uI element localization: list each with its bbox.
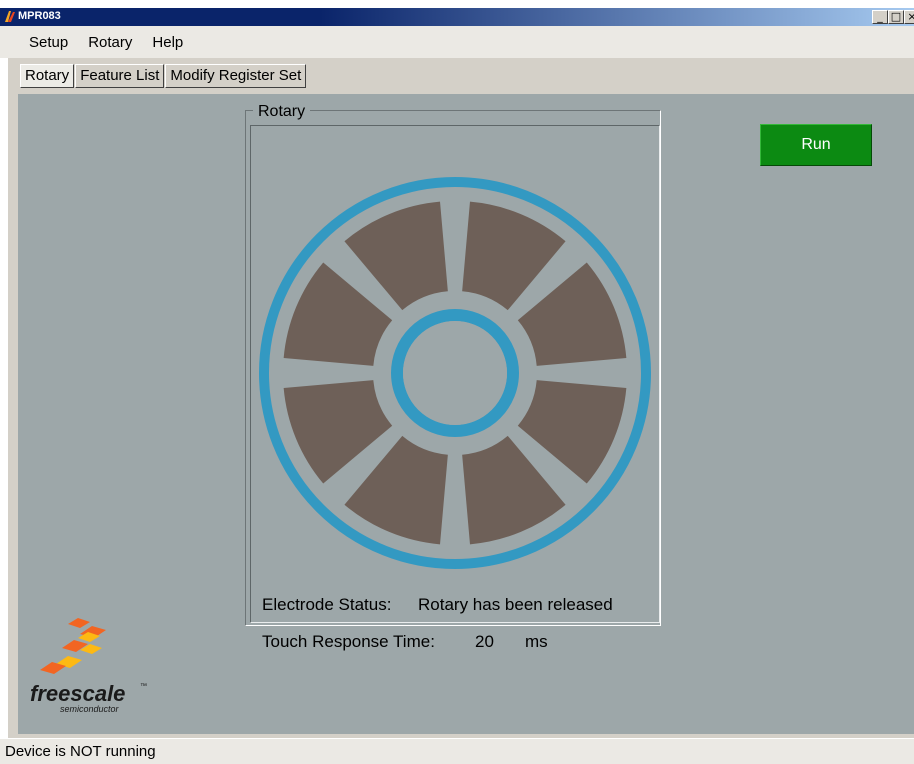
electrode-status-label: Electrode Status:: [262, 595, 392, 614]
close-button[interactable]: ×: [904, 10, 914, 24]
title-bar: MPR083 _ □ ×: [0, 8, 914, 26]
window-title: MPR083: [18, 10, 61, 22]
minimize-button[interactable]: _: [872, 10, 888, 24]
menu-setup[interactable]: Setup: [29, 34, 74, 51]
tab-strip: Rotary Feature List Modify Register Set: [20, 64, 307, 88]
menu-rotary[interactable]: Rotary: [88, 34, 138, 51]
touch-response-label: Touch Response Time:: [262, 632, 435, 651]
logo-subtext: semiconductor: [60, 704, 119, 714]
menu-help[interactable]: Help: [152, 34, 189, 51]
status-bar-text: Device is NOT running: [5, 743, 156, 760]
touch-response-value: 20: [475, 632, 494, 651]
run-button[interactable]: Run: [760, 124, 872, 166]
tab-feature-list[interactable]: Feature List: [75, 64, 165, 88]
rotary-wheel: [259, 177, 651, 569]
electrode-status-value: Rotary has been released: [418, 595, 613, 614]
rotary-group-label: Rotary: [253, 103, 311, 121]
freescale-logo-mark: [40, 618, 106, 674]
menu-bar: Setup Rotary Help: [0, 26, 914, 58]
tab-rotary[interactable]: Rotary: [20, 64, 75, 88]
center-hole: [403, 321, 507, 425]
logo-trademark: ™: [140, 683, 147, 690]
tab-modify-register-set[interactable]: Modify Register Set: [165, 64, 307, 88]
touch-response-unit: ms: [525, 632, 548, 651]
maximize-button[interactable]: □: [888, 10, 904, 24]
status-bar: Device is NOT running: [0, 738, 914, 764]
